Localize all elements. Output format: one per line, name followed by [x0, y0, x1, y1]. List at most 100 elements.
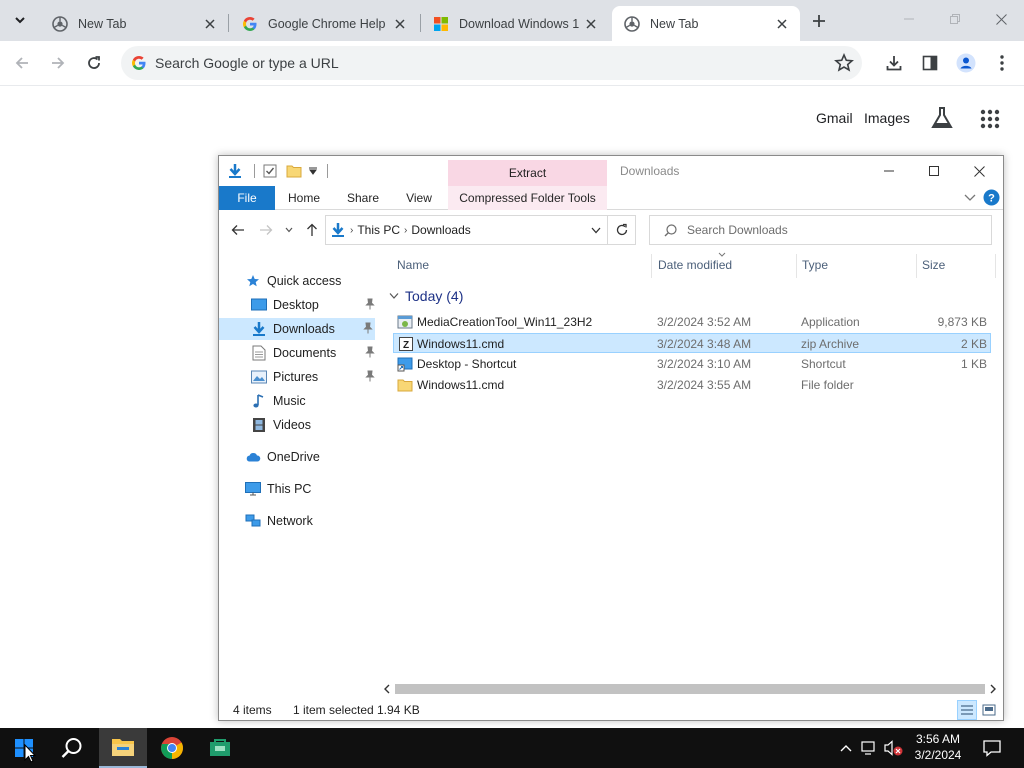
nav-item-downloads[interactable]: Downloads	[219, 318, 375, 340]
nav-item-pictures[interactable]: Pictures	[219, 366, 377, 388]
nav-item-onedrive[interactable]: OneDrive	[219, 446, 377, 468]
show-hidden-icons-button[interactable]	[836, 738, 856, 758]
google-apps-grid-icon[interactable]	[980, 109, 1000, 129]
file-row[interactable]: Desktop - Shortcut 3/2/2024 3:10 AM Shor…	[393, 354, 991, 374]
taskbar-chrome[interactable]	[148, 728, 196, 768]
network-tray-icon	[861, 741, 875, 755]
help-icon[interactable]: ?	[983, 189, 1000, 206]
address-history-chevron-icon[interactable]	[591, 227, 601, 234]
recent-locations-button[interactable]	[283, 221, 295, 239]
scroll-left-icon[interactable]	[383, 684, 391, 694]
tab-compressed-folder-tools[interactable]: Compressed Folder Tools	[448, 186, 607, 210]
bookmark-star-icon[interactable]	[834, 53, 854, 73]
explorer-refresh-button[interactable]	[608, 215, 636, 245]
group-header-today[interactable]: Today (4)	[389, 288, 463, 304]
back-button[interactable]	[8, 49, 36, 77]
side-panel-icon	[922, 55, 938, 71]
pin-icon[interactable]	[365, 370, 375, 382]
side-panel-button[interactable]	[916, 49, 944, 77]
minimize-button[interactable]	[886, 0, 932, 38]
omnibox[interactable]	[121, 46, 862, 80]
column-header-date-modified[interactable]: Date modified	[658, 258, 732, 272]
column-header-name[interactable]: Name	[397, 258, 429, 272]
new-folder-icon[interactable]	[284, 162, 304, 180]
address-bar[interactable]: › This PC › Downloads	[325, 215, 608, 245]
close-window-button[interactable]	[978, 0, 1024, 38]
ribbon-expand-chevron-icon[interactable]	[964, 194, 976, 202]
microsoft-icon	[434, 16, 448, 31]
tab-share[interactable]: Share	[339, 186, 387, 210]
gmail-link[interactable]: Gmail	[816, 110, 853, 126]
pin-icon[interactable]	[363, 322, 373, 334]
network-tray-button[interactable]	[860, 738, 880, 758]
images-link[interactable]: Images	[864, 110, 910, 126]
chrome-menu-button[interactable]	[988, 49, 1016, 77]
scrollbar-thumb[interactable]	[395, 684, 985, 694]
column-divider[interactable]	[916, 254, 917, 278]
explorer-maximize-button[interactable]	[911, 156, 956, 186]
forward-button[interactable]	[44, 49, 72, 77]
breadcrumb-downloads[interactable]: Downloads	[411, 223, 470, 237]
large-icons-view-button[interactable]	[979, 700, 999, 720]
up-folder-button[interactable]	[303, 221, 321, 239]
sort-chevron-icon	[718, 252, 726, 257]
reload-button[interactable]	[80, 49, 108, 77]
search-box[interactable]	[649, 215, 992, 245]
pin-icon[interactable]	[365, 298, 375, 310]
tab-file[interactable]: File	[219, 186, 275, 210]
file-row[interactable]: Z Windows11.cmd 3/2/2024 3:48 AM zip Arc…	[393, 333, 991, 353]
nav-item-desktop[interactable]: Desktop	[219, 294, 377, 316]
volume-tray-button[interactable]	[884, 738, 904, 758]
column-header-size[interactable]: Size	[922, 258, 945, 272]
nav-item-music[interactable]: Music	[219, 390, 377, 412]
nav-item-this-pc[interactable]: This PC	[219, 478, 377, 500]
browser-tab[interactable]: Download Windows 1	[421, 6, 609, 41]
file-row[interactable]: MediaCreationTool_Win11_23H2 3/2/2024 3:…	[393, 312, 991, 332]
file-row[interactable]: Windows11.cmd 3/2/2024 3:55 AM File fold…	[393, 375, 991, 395]
tab-view[interactable]: View	[399, 186, 439, 210]
large-icons-view-icon	[982, 704, 996, 716]
omnibox-input[interactable]	[155, 46, 825, 80]
browser-tab[interactable]: New Tab	[40, 6, 228, 41]
properties-checkbox-icon[interactable]	[260, 162, 280, 180]
close-tab-icon[interactable]	[202, 16, 218, 32]
nav-item-network[interactable]: Network	[219, 510, 377, 532]
explorer-close-button[interactable]	[957, 156, 1002, 186]
restore-button[interactable]	[932, 0, 978, 38]
explorer-forward-button[interactable]	[257, 221, 275, 239]
column-divider[interactable]	[796, 254, 797, 278]
pin-icon[interactable]	[365, 346, 375, 358]
close-tab-icon[interactable]	[774, 16, 790, 32]
breadcrumb-this-pc[interactable]: This PC	[357, 223, 400, 237]
column-divider[interactable]	[995, 254, 996, 278]
taskbar-search-button[interactable]	[48, 728, 96, 768]
taskbar-app[interactable]	[196, 728, 244, 768]
tab-title: Google Chrome Help	[268, 16, 386, 31]
tab-home[interactable]: Home	[281, 186, 327, 210]
search-input[interactable]	[687, 223, 977, 237]
browser-tab-active[interactable]: New Tab	[612, 6, 800, 41]
downloads-button[interactable]	[880, 49, 908, 77]
scroll-right-icon[interactable]	[989, 684, 997, 694]
details-view-button[interactable]	[957, 700, 977, 720]
profile-button[interactable]	[952, 49, 980, 77]
qat-customize-icon[interactable]	[308, 162, 318, 180]
taskbar-clock[interactable]: 3:56 AM 3/2/2024	[905, 731, 971, 763]
browser-tab[interactable]: Google Chrome Help	[230, 6, 418, 41]
horizontal-scrollbar[interactable]	[379, 680, 1003, 697]
taskbar-file-explorer[interactable]	[99, 728, 147, 768]
nav-item-videos[interactable]: Videos	[219, 414, 377, 436]
close-tab-icon[interactable]	[392, 16, 408, 32]
explorer-back-button[interactable]	[229, 221, 247, 239]
close-tab-icon[interactable]	[583, 16, 599, 32]
tab-search-button[interactable]	[6, 6, 34, 34]
extract-context-header: Extract	[448, 160, 607, 186]
new-tab-button[interactable]	[806, 8, 832, 34]
nav-item-quick-access[interactable]: Quick access	[219, 270, 377, 292]
nav-item-documents[interactable]: Documents	[219, 342, 377, 364]
column-divider[interactable]	[651, 254, 652, 278]
column-header-type[interactable]: Type	[802, 258, 828, 272]
explorer-minimize-button[interactable]	[866, 156, 911, 186]
labs-flask-icon[interactable]	[931, 106, 953, 130]
action-center-button[interactable]	[982, 738, 1002, 758]
